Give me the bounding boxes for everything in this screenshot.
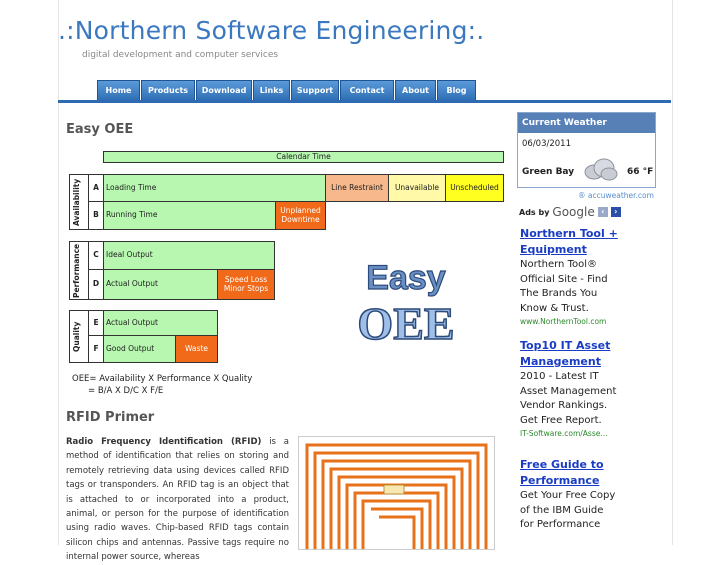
unscheduled-bar: Unscheduled — [445, 174, 504, 202]
ad-body: 2010 - Latest IT Asset Management Vendor… — [520, 371, 617, 426]
actual-output-bar: Actual Output — [103, 269, 218, 300]
formula-line-1: OEE= Availability X Performance X Qualit… — [72, 374, 253, 384]
row-letter-f: F — [88, 335, 104, 363]
ad-title[interactable]: Northern Tool + Equipment — [520, 226, 620, 258]
ad-url[interactable]: IT-Software.com/Asse... — [520, 428, 620, 440]
cloud-icon — [584, 158, 618, 181]
ad-url[interactable]: www.NorthernTool.com — [520, 316, 620, 328]
oee-formula: OEE= Availability X Performance X Qualit… — [72, 373, 252, 397]
running-time-bar: Running Time — [103, 201, 276, 230]
nav-products[interactable]: Products — [141, 80, 195, 101]
row-letter-c: C — [88, 241, 104, 270]
main-nav: Home Products Download Links Support Con… — [97, 80, 476, 101]
availability-label: Availability — [72, 178, 81, 226]
easy-oee-logo: Easy OEE — [357, 258, 456, 347]
waste-bar: Waste — [175, 335, 218, 363]
loading-time-bar: Loading Time — [103, 174, 326, 202]
row-letter-e: E — [88, 310, 104, 336]
calendar-time-bar: Calendar Time — [103, 151, 504, 163]
page-heading: Easy OEE — [66, 122, 134, 137]
row-letter-b: B — [88, 201, 104, 230]
rfid-antenna-image — [298, 436, 495, 550]
ad-body: Get Your Free Copy of the IBM Guide for … — [520, 490, 616, 530]
logo-word-oee: OEE — [357, 298, 454, 347]
ad-title[interactable]: Free Guide to Performance — [520, 457, 620, 489]
ad-item[interactable]: Northern Tool + Equipment Northern Tool®… — [520, 226, 620, 328]
nav-support[interactable]: Support — [291, 80, 339, 101]
ad-item[interactable]: Top10 IT Asset Management 2010 - Latest … — [520, 338, 620, 440]
nav-download[interactable]: Download — [196, 80, 252, 101]
speed-loss-bar: Speed Loss Minor Stops — [217, 269, 275, 300]
next-arrow-icon[interactable]: › — [610, 207, 621, 217]
row-letter-d: D — [88, 269, 104, 300]
rfid-heading: RFID Primer — [66, 410, 155, 425]
logo-word-easy: Easy — [366, 259, 445, 297]
nav-links[interactable]: Links — [253, 80, 290, 101]
row-letter-a: A — [88, 174, 104, 202]
actual-output-quality-bar: Actual Output — [103, 310, 218, 336]
weather-city: Green Bay — [522, 167, 575, 177]
rfid-paragraph: Radio Frequency Identification (RFID) is… — [66, 435, 289, 565]
nav-contact[interactable]: Contact — [340, 80, 394, 101]
rfid-bold-term: Radio Frequency Identification (RFID) — [66, 437, 262, 447]
ad-body: Northern Tool® Official Site - Find The … — [520, 259, 608, 314]
header-rule — [58, 100, 671, 103]
site-tagline: digital development and computer service… — [82, 50, 279, 60]
weather-temp: 66 °F — [627, 167, 654, 177]
unplanned-downtime-bar: Unplanned Downtime — [275, 201, 326, 230]
prev-arrow-icon[interactable]: ‹ — [597, 207, 608, 217]
nav-home[interactable]: Home — [97, 80, 140, 101]
ad-item[interactable]: Free Guide to Performance Get Your Free … — [520, 457, 620, 533]
site-title: .:Northern Software Engineering:. — [58, 16, 485, 45]
ideal-output-bar: Ideal Output — [103, 241, 275, 270]
unavailable-bar: Unavailable — [388, 174, 446, 202]
google-logo: Google — [552, 205, 595, 219]
weather-date: 06/03/2011 — [522, 139, 571, 149]
ads-by-google[interactable]: Ads by Google ‹ › — [519, 205, 621, 219]
rfid-body: is a method of identification that relie… — [66, 437, 289, 563]
good-output-bar: Good Output — [103, 335, 176, 363]
nav-about[interactable]: About — [395, 80, 436, 101]
performance-label: Performance — [72, 243, 81, 298]
formula-line-2: = B/A X D/C X F/E — [88, 386, 164, 396]
ads-by-label: Ads by — [519, 207, 550, 217]
nav-blog[interactable]: Blog — [437, 80, 476, 101]
quality-label: Quality — [72, 321, 81, 352]
ad-title[interactable]: Top10 IT Asset Management — [520, 338, 620, 370]
weather-widget[interactable]: Current Weather 06/03/2011 Green Bay 66 … — [517, 112, 656, 188]
weather-header: Current Weather — [518, 113, 655, 133]
accuweather-link[interactable]: ® accuweather.com — [578, 191, 654, 200]
line-restraint-bar: Line Restraint — [325, 174, 389, 202]
